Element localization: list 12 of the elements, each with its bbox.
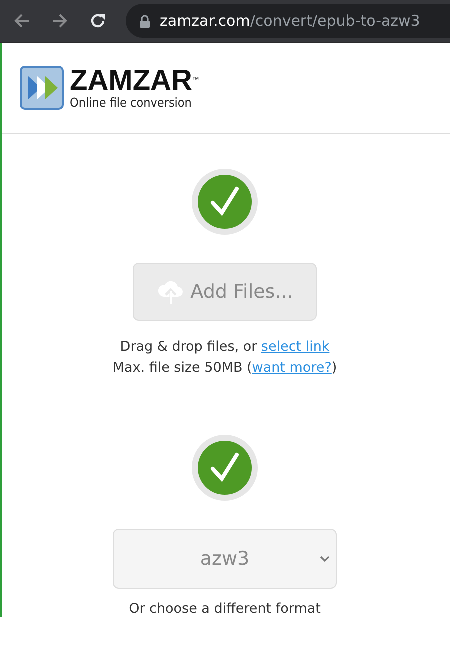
drop-hint: Drag & drop files, or select link	[120, 339, 330, 355]
url-text: zamzar.com/convert/epub-to-azw3	[160, 12, 420, 30]
select-link[interactable]: select link	[261, 339, 330, 355]
logo-text: ZAMZAR$^{™}$	[70, 66, 200, 94]
format-caption: Or choose a different format	[129, 601, 321, 617]
want-more-link[interactable]: want more?	[252, 360, 332, 376]
chevron-down-icon	[320, 556, 330, 562]
lock-icon	[140, 14, 150, 28]
address-bar[interactable]: zamzar.com/convert/epub-to-azw3	[126, 4, 450, 38]
tagline: Online file conversion	[70, 94, 193, 110]
logo-icon	[20, 66, 64, 110]
size-limit: Max. file size 50MB (want more?)	[112, 360, 338, 376]
